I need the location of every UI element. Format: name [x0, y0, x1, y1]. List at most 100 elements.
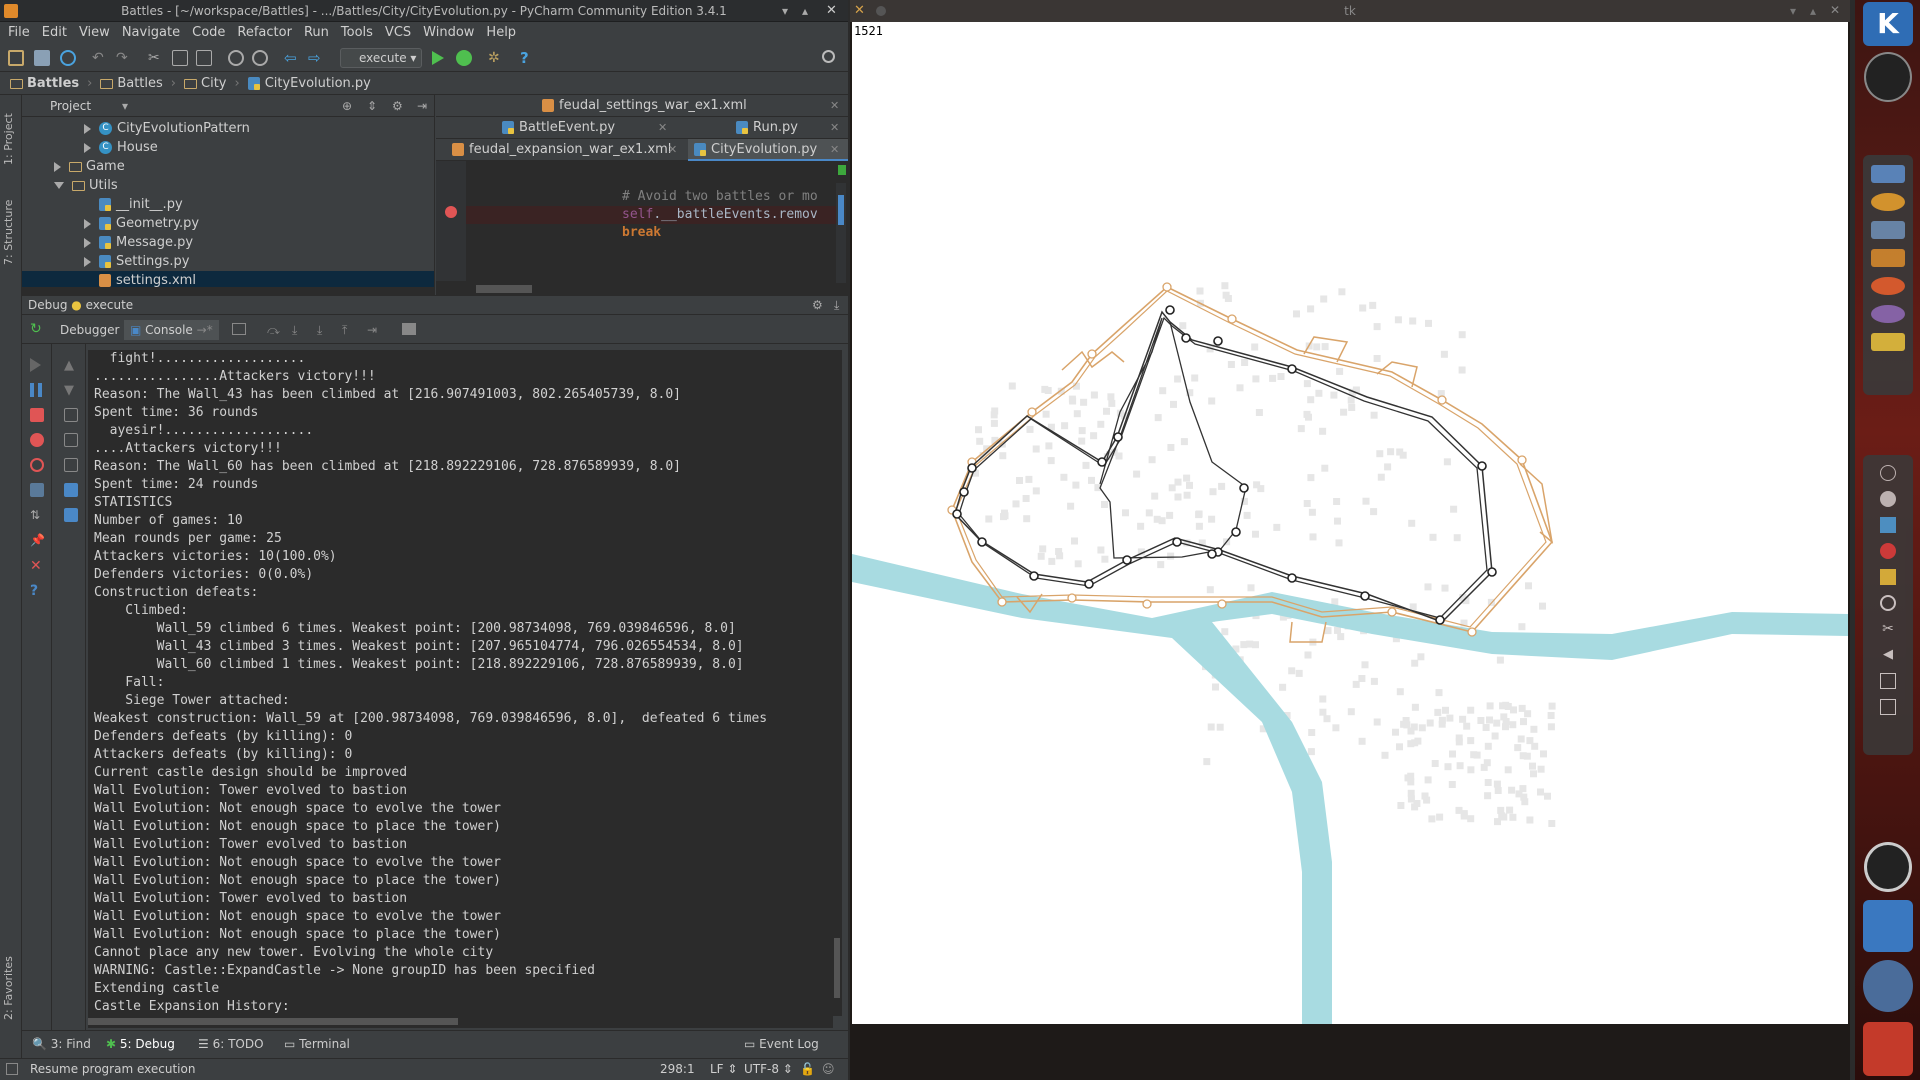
chevron-right-icon[interactable]: [84, 237, 91, 248]
tree-item[interactable]: Message.py: [22, 233, 434, 252]
updates-icon[interactable]: [1880, 491, 1896, 507]
breadcrumb-city[interactable]: City: [184, 76, 226, 91]
tab-find[interactable]: 🔍 3: Find: [32, 1037, 91, 1051]
console-hscroll[interactable]: [88, 1016, 833, 1028]
maximize-icon[interactable]: ▴: [802, 4, 808, 18]
paste-icon[interactable]: [196, 50, 212, 66]
tab-terminal[interactable]: ▭ Terminal: [284, 1037, 350, 1051]
task-app-icon[interactable]: [1871, 305, 1905, 323]
step-into-icon[interactable]: ⤓: [292, 323, 297, 338]
chevron-right-icon[interactable]: [84, 256, 91, 267]
tab-favorites[interactable]: 2: Favorites: [2, 956, 15, 1020]
run-icon[interactable]: [432, 51, 444, 65]
copy-icon[interactable]: [172, 50, 188, 66]
settings-wrench-icon[interactable]: ✲: [488, 50, 504, 66]
clear-icon[interactable]: [64, 483, 78, 497]
tab-feudal-settings[interactable]: feudal_settings_war_ex1.xml: [536, 95, 747, 117]
tab-debug[interactable]: ✱ 5: Debug: [106, 1037, 175, 1051]
tree-item[interactable]: C House: [22, 138, 434, 157]
dropbox-icon[interactable]: [1880, 517, 1896, 533]
close-icon[interactable]: ✕: [826, 3, 837, 18]
step-into-my-code-icon[interactable]: ⤓: [317, 323, 322, 338]
menu-file[interactable]: File: [8, 22, 30, 44]
breadcrumb-root[interactable]: Battles: [10, 76, 79, 91]
resume-icon[interactable]: [30, 358, 41, 372]
line-separator[interactable]: LF ⇕: [710, 1059, 737, 1079]
back-icon[interactable]: ⇦: [284, 50, 300, 66]
step-out-icon[interactable]: ⤒: [342, 323, 347, 338]
device-icon[interactable]: [1880, 699, 1896, 715]
help-icon[interactable]: ?: [520, 50, 536, 66]
rerun-icon[interactable]: ↻: [30, 322, 44, 336]
step-over-icon[interactable]: ⤼: [267, 323, 280, 338]
breadcrumb-file[interactable]: CityEvolution.py: [247, 76, 371, 91]
tab-event-log[interactable]: ▭ Event Log: [744, 1037, 819, 1051]
menu-edit[interactable]: Edit: [42, 22, 67, 44]
restore-layout-icon[interactable]: [30, 483, 44, 497]
chevron-down-icon[interactable]: ▾: [122, 95, 128, 117]
chevron-right-icon[interactable]: [84, 218, 91, 229]
menu-vcs[interactable]: VCS: [385, 22, 411, 44]
tree-item[interactable]: C CityEvolutionPattern: [22, 119, 434, 138]
evaluate-icon[interactable]: [402, 323, 416, 335]
menu-refactor[interactable]: Refactor: [237, 22, 292, 44]
down-icon[interactable]: ▼: [64, 383, 78, 398]
code-view[interactable]: # Avoid two battles or mo self.__battleE…: [466, 188, 836, 242]
print-icon[interactable]: [64, 458, 78, 472]
lock-screen-icon[interactable]: [1863, 900, 1913, 952]
caret-position[interactable]: 298:1: [660, 1059, 695, 1079]
tree-item[interactable]: __init__.py: [22, 195, 434, 214]
tab-battleevent[interactable]: BattleEvent.py: [496, 117, 615, 139]
breadcrumb-battles[interactable]: Battles: [100, 76, 163, 91]
task-notes-icon[interactable]: [1871, 333, 1905, 351]
volume-icon[interactable]: ◀: [1880, 647, 1896, 663]
tree-item[interactable]: Game: [22, 157, 434, 176]
settings-icon[interactable]: [1880, 595, 1896, 611]
tk-canvas[interactable]: 1521: [852, 22, 1848, 1024]
chevron-right-icon[interactable]: [54, 161, 61, 172]
tab-console[interactable]: ▣ Console →*: [124, 320, 219, 340]
collapse-icon[interactable]: ⇕: [367, 95, 377, 117]
tree-item[interactable]: Settings.py: [22, 252, 434, 271]
editor-hscroll[interactable]: [436, 285, 848, 295]
forward-icon[interactable]: ⇨: [308, 50, 324, 66]
menu-tools[interactable]: Tools: [341, 22, 373, 44]
maximize-icon[interactable]: ▴: [1810, 4, 1816, 18]
shutdown-icon[interactable]: [1863, 1022, 1913, 1076]
tab-feudal-expansion[interactable]: feudal_expansion_war_ex1.xml: [446, 139, 671, 161]
pause-icon[interactable]: [30, 383, 42, 397]
tab-project[interactable]: 1: Project: [2, 113, 15, 165]
chevron-right-icon[interactable]: [84, 142, 91, 153]
close-icon[interactable]: ✕: [830, 95, 839, 117]
tk-menu-icon[interactable]: [876, 6, 886, 16]
network-icon[interactable]: [1864, 52, 1912, 102]
wrap-icon[interactable]: [64, 408, 78, 422]
target-icon[interactable]: ⊕: [342, 95, 352, 117]
editor-gutter[interactable]: [436, 161, 466, 281]
gear-icon[interactable]: ⚙: [392, 95, 403, 117]
sort-icon[interactable]: ⇅: [30, 508, 44, 522]
up-icon[interactable]: ▲: [64, 358, 78, 373]
close-icon[interactable]: ✕: [30, 558, 44, 574]
close-icon[interactable]: ✕: [830, 139, 839, 161]
chevron-right-icon[interactable]: [84, 123, 91, 134]
breakpoint-icon[interactable]: [445, 206, 457, 218]
lock-icon[interactable]: 🔓: [800, 1059, 815, 1079]
task-browser-icon[interactable]: [1871, 165, 1905, 183]
close-icon[interactable]: ✕: [658, 117, 667, 139]
save-icon[interactable]: [34, 50, 50, 66]
minimize-icon[interactable]: ▾: [782, 4, 788, 18]
console-history-icon[interactable]: [64, 508, 78, 522]
clipboard-icon[interactable]: [1880, 673, 1896, 689]
chevron-down-icon[interactable]: [54, 182, 64, 189]
stop-icon[interactable]: [30, 408, 44, 422]
menu-run[interactable]: Run: [304, 22, 329, 44]
tab-todo[interactable]: ☰ 6: TODO: [198, 1037, 264, 1051]
inspector-icon[interactable]: ☺: [822, 1059, 835, 1079]
run-to-cursor-icon[interactable]: ⇥: [367, 323, 377, 337]
find-icon[interactable]: [228, 50, 244, 66]
close-icon[interactable]: ✕: [1830, 3, 1840, 17]
search-icon[interactable]: [822, 50, 835, 63]
editor-vscroll[interactable]: [836, 183, 846, 283]
cut-icon[interactable]: ✂: [148, 50, 164, 66]
